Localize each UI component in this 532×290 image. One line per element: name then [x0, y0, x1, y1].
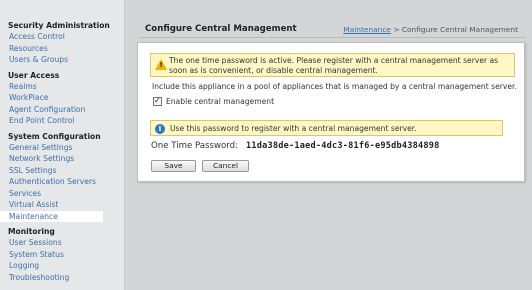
sidebar-heading: User Access [8, 70, 60, 80]
sidebar-section-system-configuration: System Configuration General Settings Ne… [0, 130, 124, 222]
sidebar-section-user-access: User Access Realms WorkPlace Agent Confi… [0, 69, 124, 127]
sidebar-item-workplace[interactable]: WorkPlace [0, 92, 124, 104]
warning-notice: ! The one time password is active. Pleas… [150, 53, 515, 77]
warning-text: The one time password is active. Please … [169, 56, 499, 75]
info-circle-icon: i [155, 123, 165, 134]
sidebar-item-system-status[interactable]: System Status [0, 249, 124, 261]
sidebar-item-ssl-settings[interactable]: SSL Settings [0, 165, 124, 177]
sidebar-section-security-administration: Security Administration Access Control R… [0, 19, 124, 66]
info-text: Use this password to register with a cen… [170, 124, 417, 133]
title-divider [139, 37, 526, 38]
sidebar-item-user-sessions[interactable]: User Sessions [0, 237, 124, 249]
sidebar-section-monitoring: Monitoring User Sessions System Status L… [0, 225, 124, 283]
sidebar-item-services[interactable]: Services [0, 188, 124, 200]
enable-central-management-label[interactable]: Enable central management [166, 97, 274, 106]
central-management-panel: ! The one time password is active. Pleas… [137, 42, 525, 182]
info-notice: i Use this password to register with a c… [150, 120, 503, 136]
sidebar-item-authentication-servers[interactable]: Authentication Servers [0, 176, 124, 188]
sidebar: Security Administration Access Control R… [0, 0, 125, 290]
sidebar-item-troubleshooting[interactable]: Troubleshooting [0, 272, 124, 284]
sidebar-item-maintenance[interactable]: Maintenance [0, 210, 103, 222]
otp-label: One Time Password: [151, 141, 239, 151]
sidebar-item-general-settings[interactable]: General Settings [0, 142, 124, 154]
sidebar-heading: Security Administration [8, 21, 110, 30]
breadcrumb-current: Configure Central Management [401, 25, 518, 34]
breadcrumb: Maintenance > Configure Central Manageme… [343, 25, 518, 34]
sidebar-heading: Monitoring [8, 227, 55, 236]
sidebar-heading: System Configuration [8, 131, 101, 141]
pool-description: Include this appliance in a pool of appl… [152, 82, 517, 91]
sidebar-item-logging[interactable]: Logging [0, 260, 124, 272]
enable-central-management-checkbox[interactable] [153, 96, 162, 106]
otp-value: 11da38de-1aed-4dc3-81f6-e95db4384898 [246, 141, 440, 151]
warning-triangle-icon: ! [155, 59, 167, 70]
sidebar-item-network-settings[interactable]: Network Settings [0, 153, 124, 165]
sidebar-item-access-control[interactable]: Access Control [0, 31, 124, 43]
breadcrumb-link-maintenance[interactable]: Maintenance [343, 25, 391, 34]
cancel-button[interactable]: Cancel [202, 160, 249, 172]
sidebar-item-agent-configuration[interactable]: Agent Configuration [0, 104, 124, 116]
sidebar-item-virtual-assist[interactable]: Virtual Assist [0, 199, 124, 211]
sidebar-item-end-point-control[interactable]: End Point Control [0, 115, 124, 127]
save-button[interactable]: Save [151, 160, 196, 172]
sidebar-item-realms[interactable]: Realms [0, 81, 124, 93]
sidebar-item-resources[interactable]: Resources [0, 43, 124, 55]
sidebar-item-users-groups[interactable]: Users & Groups [0, 54, 124, 66]
breadcrumb-separator: > [393, 25, 400, 34]
page-title: Configure Central Management [145, 24, 297, 34]
